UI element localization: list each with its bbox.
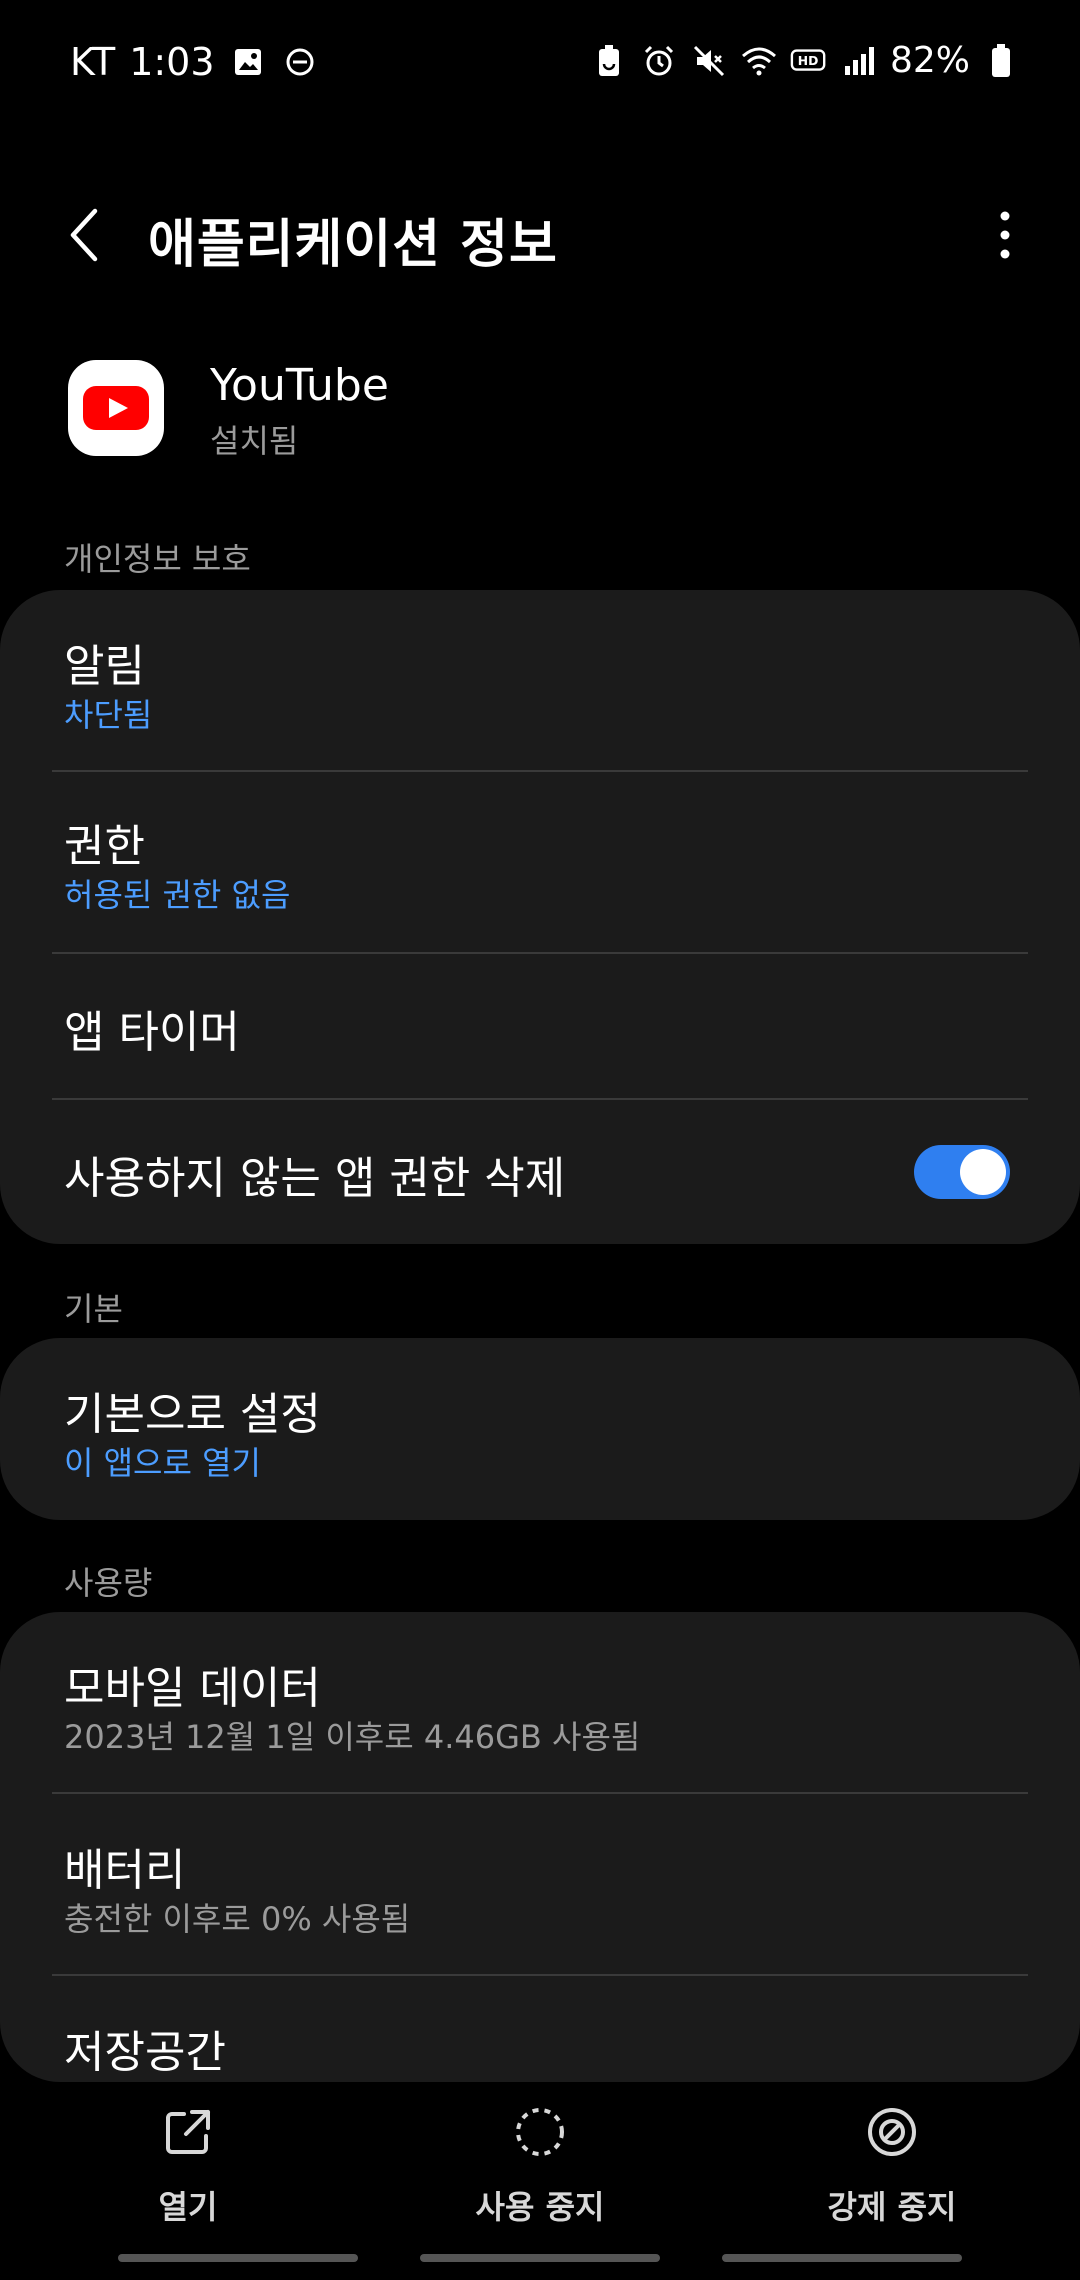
app-name: YouTube (210, 360, 389, 411)
chevron-left-icon (70, 208, 98, 262)
item-title: 모바일 데이터 (64, 1663, 321, 1714)
youtube-app-icon (68, 360, 164, 456)
section-label-privacy: 개인정보 보호 (64, 540, 251, 578)
section-label-usage: 사용량 (64, 1564, 153, 1602)
item-title: 알림 (64, 641, 145, 692)
item-subtitle: 차단됨 (64, 696, 153, 734)
status-bar: KT 1:03 HD 82% (0, 0, 1080, 130)
card-usage: 모바일 데이터 2023년 12월 1일 이후로 4.46GB 사용됨 배터리 … (0, 1612, 1080, 2082)
item-title: 권한 (64, 821, 145, 872)
open-external-icon (158, 2102, 218, 2162)
card-default: 기본으로 설정 이 앱으로 열기 (0, 1338, 1080, 1520)
force-stop-button[interactable]: 강제 중지 (772, 2102, 1012, 2262)
image-icon (229, 43, 267, 81)
list-item-notifications[interactable]: 알림 차단됨 (0, 590, 1080, 770)
section-label-default: 기본 (64, 1290, 123, 1328)
item-subtitle: 2023년 12월 1일 이후로 4.46GB 사용됨 (64, 1718, 641, 1756)
card-privacy: 알림 차단됨 권한 허용된 권한 없음 앱 타이머 사용하지 않는 앱 권한 삭… (0, 590, 1080, 1244)
nav-home-pill[interactable] (420, 2254, 660, 2262)
open-button[interactable]: 열기 (68, 2102, 308, 2262)
list-item-app-timer[interactable]: 앱 타이머 (0, 954, 1080, 1098)
app-install-status: 설치됨 (210, 422, 299, 460)
item-subtitle: 충전한 이후로 0% 사용됨 (64, 1900, 411, 1938)
list-item-battery[interactable]: 배터리 충전한 이후로 0% 사용됨 (0, 1794, 1080, 1974)
signal-icon (840, 42, 878, 80)
toggle-knob (960, 1149, 1006, 1195)
disable-label: 사용 중지 (475, 2188, 605, 2226)
wifi-icon (740, 42, 778, 80)
page-title: 애플리케이션 정보 (148, 215, 558, 275)
status-right: HD 82% (590, 40, 1020, 81)
item-title: 기본으로 설정 (64, 1389, 321, 1440)
status-left: KT 1:03 (70, 40, 319, 84)
battery-saver-icon (590, 42, 628, 80)
list-item-remove-permissions[interactable]: 사용하지 않는 앱 권한 삭제 (0, 1100, 1080, 1244)
clock: 1:03 (129, 40, 215, 84)
item-title: 앱 타이머 (64, 1007, 240, 1058)
app-info: YouTube 설치됨 (0, 350, 1080, 480)
dnd-icon (281, 43, 319, 81)
item-title: 저장공간 (64, 2027, 226, 2078)
app-bar: 애플리케이션 정보 (0, 180, 1080, 280)
nav-recents-pill[interactable] (118, 2254, 358, 2262)
force-stop-label: 강제 중지 (827, 2188, 957, 2226)
bottom-action-bar: 열기 사용 중지 강제 중지 (0, 2082, 1080, 2280)
item-title: 사용하지 않는 앱 권한 삭제 (64, 1153, 566, 1204)
mute-icon (690, 42, 728, 80)
svg-text:HD: HD (798, 53, 819, 67)
alarm-icon (640, 42, 678, 80)
nav-back-pill[interactable] (722, 2254, 962, 2262)
open-label: 열기 (158, 2188, 218, 2226)
remove-permissions-toggle[interactable] (914, 1145, 1010, 1199)
list-item-set-default[interactable]: 기본으로 설정 이 앱으로 열기 (0, 1338, 1080, 1520)
disable-dashed-circle-icon (510, 2102, 570, 2162)
item-title: 배터리 (64, 1845, 186, 1896)
list-item-mobile-data[interactable]: 모바일 데이터 2023년 12월 1일 이후로 4.46GB 사용됨 (0, 1612, 1080, 1792)
battery-percent: 82% (889, 40, 970, 81)
hd-icon: HD (790, 42, 828, 80)
list-item-storage[interactable]: 저장공간 (0, 1976, 1080, 2082)
battery-icon (982, 42, 1020, 80)
disable-button[interactable]: 사용 중지 (420, 2102, 660, 2262)
item-subtitle: 허용된 권한 없음 (64, 876, 291, 914)
back-button[interactable] (50, 200, 120, 270)
carrier-label: KT (70, 40, 116, 84)
item-subtitle: 이 앱으로 열기 (64, 1444, 261, 1482)
more-options-button[interactable] (970, 200, 1040, 270)
force-stop-icon (862, 2102, 922, 2162)
more-vertical-icon (1000, 211, 1010, 259)
list-item-permissions[interactable]: 권한 허용된 권한 없음 (0, 772, 1080, 952)
